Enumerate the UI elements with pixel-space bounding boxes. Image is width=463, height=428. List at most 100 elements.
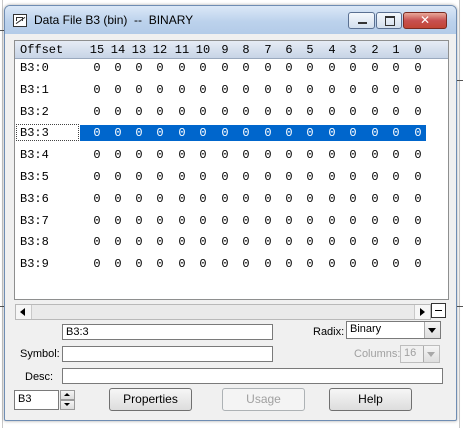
table-row[interactable]: B3:0 0 0 0 0 0 0 0 0 0 0 0 0 0 0 0 0 (15, 58, 448, 79)
bit-cell[interactable]: 0 (150, 83, 170, 97)
table-row[interactable]: B3:8 0 0 0 0 0 0 0 0 0 0 0 0 0 0 0 0 (15, 232, 448, 253)
bit-cell[interactable]: 0 (215, 61, 235, 75)
bit-cell[interactable]: 0 (193, 105, 213, 119)
bit-cell[interactable]: 0 (193, 83, 213, 97)
bit-cell[interactable]: 0 (343, 83, 363, 97)
bit-cell[interactable]: 0 (258, 126, 278, 140)
bit-cell[interactable]: 0 (258, 214, 278, 228)
bit-cell[interactable]: 0 (215, 148, 235, 162)
bit-cell[interactable]: 0 (150, 126, 170, 140)
symbol-field[interactable] (62, 346, 273, 362)
bit-cell[interactable]: 0 (172, 170, 192, 184)
bit-cell[interactable]: 0 (300, 148, 320, 162)
bit-cell[interactable]: 0 (279, 148, 299, 162)
bit-cell[interactable]: 0 (322, 192, 342, 206)
bit-column-header[interactable]: 1 (386, 43, 406, 57)
bit-column-header[interactable]: 11 (172, 43, 192, 57)
bit-cell[interactable]: 0 (193, 257, 213, 271)
bit-cell[interactable]: 0 (258, 170, 278, 184)
bit-column-header[interactable]: 15 (87, 43, 107, 57)
table-row[interactable]: B3:6 0 0 0 0 0 0 0 0 0 0 0 0 0 0 0 0 (15, 189, 448, 210)
bit-cell[interactable]: 0 (150, 257, 170, 271)
bit-cell[interactable]: 0 (215, 257, 235, 271)
bit-cell[interactable]: 0 (258, 257, 278, 271)
bit-column-header[interactable]: 10 (193, 43, 213, 57)
bit-cell[interactable]: 0 (108, 214, 128, 228)
bit-cell[interactable]: 0 (365, 257, 385, 271)
bit-cell[interactable]: 0 (258, 235, 278, 249)
bit-cell[interactable]: 0 (300, 126, 320, 140)
bit-cell[interactable]: 0 (258, 105, 278, 119)
scroll-left-arrow-icon[interactable] (16, 305, 32, 319)
bit-cell[interactable]: 0 (150, 214, 170, 228)
bit-cell[interactable]: 0 (322, 83, 342, 97)
bit-cell[interactable]: 0 (236, 214, 256, 228)
bit-cell[interactable]: 0 (322, 61, 342, 75)
file-number-field[interactable]: B3 (14, 390, 59, 410)
bit-cell[interactable]: 0 (365, 61, 385, 75)
offset-cell[interactable]: B3:9 (20, 257, 49, 271)
bit-cell[interactable]: 0 (279, 126, 299, 140)
bit-column-header[interactable]: 8 (236, 43, 256, 57)
bit-cell[interactable]: 0 (343, 235, 363, 249)
bit-cell[interactable]: 0 (87, 148, 107, 162)
maximize-button[interactable] (376, 12, 402, 29)
bit-column-header[interactable]: 12 (150, 43, 170, 57)
offset-cell[interactable]: B3:4 (20, 148, 49, 162)
radix-select[interactable]: Binary (346, 321, 441, 339)
bit-cell[interactable]: 0 (236, 126, 256, 140)
bit-cell[interactable]: 0 (129, 148, 149, 162)
bit-cell[interactable]: 0 (279, 235, 299, 249)
bit-cell[interactable]: 0 (322, 257, 342, 271)
bit-cell[interactable]: 0 (343, 126, 363, 140)
bit-cell[interactable]: 0 (408, 214, 428, 228)
bit-cell[interactable]: 0 (408, 192, 428, 206)
bit-cell[interactable]: 0 (279, 83, 299, 97)
bit-column-header[interactable]: 6 (279, 43, 299, 57)
bit-cell[interactable]: 0 (408, 61, 428, 75)
bit-cell[interactable]: 0 (300, 192, 320, 206)
spin-down-icon[interactable] (60, 400, 75, 410)
bit-cell[interactable]: 0 (87, 170, 107, 184)
bit-cell[interactable]: 0 (343, 61, 363, 75)
bit-cell[interactable]: 0 (150, 61, 170, 75)
bit-cell[interactable]: 0 (236, 170, 256, 184)
offset-cell[interactable]: B3:1 (20, 83, 49, 97)
bit-column-header[interactable]: 0 (408, 43, 428, 57)
close-button[interactable]: ✕ (403, 12, 447, 29)
bit-cell[interactable]: 0 (236, 148, 256, 162)
bit-cell[interactable]: 0 (87, 235, 107, 249)
bit-cell[interactable]: 0 (258, 192, 278, 206)
bit-cell[interactable]: 0 (150, 105, 170, 119)
bit-cell[interactable]: 0 (408, 148, 428, 162)
chevron-down-icon[interactable] (424, 322, 440, 338)
bit-cell[interactable]: 0 (129, 257, 149, 271)
bit-column-header[interactable]: 9 (215, 43, 235, 57)
bit-cell[interactable]: 0 (150, 148, 170, 162)
bit-cell[interactable]: 0 (322, 148, 342, 162)
title-bar[interactable]: Data File B3 (bin) -- BINARY ✕ (5, 6, 456, 34)
bit-cell[interactable]: 0 (87, 192, 107, 206)
bit-cell[interactable]: 0 (87, 105, 107, 119)
bit-cell[interactable]: 0 (365, 105, 385, 119)
bit-cell[interactable]: 0 (300, 83, 320, 97)
bit-cell[interactable]: 0 (258, 148, 278, 162)
bit-cell[interactable]: 0 (193, 126, 213, 140)
bit-cell[interactable]: 0 (193, 192, 213, 206)
bit-cell[interactable]: 0 (87, 214, 107, 228)
bit-cell[interactable]: 0 (87, 126, 107, 140)
bit-column-header[interactable]: 7 (258, 43, 278, 57)
bit-cell[interactable]: 0 (172, 61, 192, 75)
table-row[interactable]: B3:5 0 0 0 0 0 0 0 0 0 0 0 0 0 0 0 0 (15, 167, 448, 188)
collapse-panel-button[interactable] (431, 303, 446, 318)
offset-cell[interactable]: B3:2 (20, 105, 49, 119)
bit-cell[interactable]: 0 (322, 126, 342, 140)
bit-cell[interactable]: 0 (300, 257, 320, 271)
bit-cell[interactable]: 0 (365, 126, 385, 140)
bit-cell[interactable]: 0 (236, 105, 256, 119)
bit-cell[interactable]: 0 (322, 170, 342, 184)
bit-cell[interactable]: 0 (215, 126, 235, 140)
bit-cell[interactable]: 0 (258, 61, 278, 75)
bit-column-header[interactable]: 13 (129, 43, 149, 57)
bit-cell[interactable]: 0 (386, 214, 406, 228)
